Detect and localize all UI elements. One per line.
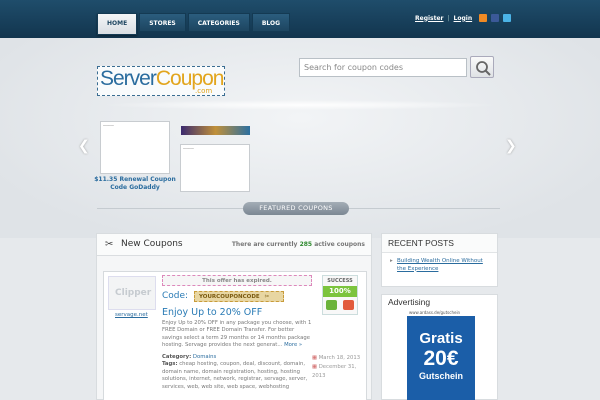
category-link[interactable]: Domains [193, 354, 216, 360]
nav-blog[interactable]: BLOG [251, 13, 291, 32]
new-coupons-panel: ✂ New Coupons There are currently 285 ac… [96, 233, 372, 400]
thumbs-up-icon[interactable] [326, 300, 337, 310]
success-percent: 100% [323, 286, 357, 297]
scissors-icon: ✂ [264, 294, 270, 300]
search-icon [476, 61, 491, 76]
code-label: Code: [162, 291, 189, 301]
active-count: There are currently 285 active coupons [231, 241, 365, 248]
panel-title: New Coupons [121, 239, 183, 249]
success-rate-box: SUCCESS 100% [322, 275, 358, 315]
expired-notice: This offer has expired. [162, 275, 312, 286]
account-links: Register | Login [415, 14, 512, 22]
facebook-icon[interactable] [491, 14, 500, 22]
logo-suffix: .com [195, 87, 213, 95]
rss-icon[interactable] [479, 14, 488, 22]
panel-header: ✂ New Coupons There are currently 285 ac… [97, 234, 371, 256]
coupon-title[interactable]: Enjoy Up to 20% OFF [162, 307, 262, 318]
coupon-code-box[interactable]: YOURCOUPONCODE ✂ [194, 291, 284, 302]
main-nav: HOME STORES CATEGORIES BLOG [97, 13, 292, 35]
thumbs-down-icon[interactable] [343, 300, 354, 310]
scissors-icon: ✂ [105, 239, 114, 250]
carousel-next-icon[interactable]: ❯ [505, 138, 517, 154]
coupon-meta: Category: Domains Tags: cheap hosting, c… [162, 354, 308, 390]
tags-list[interactable]: cheap hosting, coupon, deal, discount, d… [162, 361, 307, 389]
store-link[interactable]: servage.net [115, 312, 148, 318]
register-link[interactable]: Register [415, 15, 444, 22]
login-link[interactable]: Login [454, 15, 473, 22]
calendar-icon: ▦ [312, 364, 318, 370]
logo-part2: Coupon [155, 67, 225, 90]
logo-part1: Server [100, 67, 157, 90]
top-bar: HOME STORES CATEGORIES BLOG Register | L… [0, 0, 600, 38]
recent-post-link[interactable]: Building Wealth Online Without the Exper… [390, 258, 489, 273]
coupon-card: Clipper servage.net This offer has expir… [103, 271, 367, 400]
recent-posts-title: RECENT POSTS [382, 234, 497, 253]
coupon-description: Enjoy Up to 20% OFF in any package you c… [162, 320, 312, 349]
header-shine [100, 100, 500, 110]
advertising-widget: Advertising www.ardass.de/gutschein Grat… [381, 294, 498, 400]
site-logo[interactable]: ServerCoupon .com [97, 66, 225, 96]
nav-stores[interactable]: STORES [139, 13, 186, 32]
link-separator: | [447, 14, 450, 22]
carousel-slide-thumbnail[interactable]: ────── [180, 144, 250, 192]
carousel-slide-thumbnail[interactable]: ────── [100, 121, 170, 174]
ad-banner[interactable]: www.ardass.de/gutschein Gratis 20€ Gutsc… [407, 309, 475, 400]
nav-home[interactable]: HOME [97, 13, 138, 35]
search-input[interactable]: Search for coupon codes [299, 58, 467, 77]
carousel-prev-icon[interactable]: ❮ [78, 138, 90, 154]
search-button[interactable] [470, 56, 494, 78]
more-link[interactable]: More » [284, 342, 302, 348]
store-logo[interactable]: Clipper [108, 276, 156, 310]
nav-categories[interactable]: CATEGORIES [187, 13, 250, 32]
success-label: SUCCESS [327, 278, 353, 284]
carousel-banner[interactable] [181, 126, 250, 135]
featured-coupons-tab[interactable]: FEATURED COUPONS [243, 202, 349, 215]
recent-posts-widget: RECENT POSTS Building Wealth Online With… [381, 233, 498, 287]
carousel-slide-caption[interactable]: $11.35 Renewal Coupon Code GoDaddy [94, 176, 176, 192]
coupon-dates: ▦ March 18, 2013 ▦ December 31, 2013 [312, 355, 361, 379]
calendar-icon: ▦ [312, 355, 318, 361]
twitter-icon[interactable] [503, 14, 512, 22]
